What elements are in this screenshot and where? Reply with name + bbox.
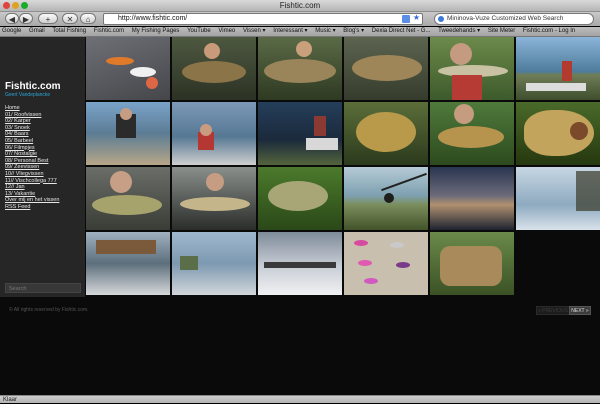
- photo-tile[interactable]: [258, 37, 342, 100]
- photo-tile[interactable]: [86, 37, 170, 100]
- photo-tile[interactable]: [516, 102, 600, 165]
- status-text: Klaar: [3, 397, 18, 403]
- copyright-text: © All rights reserved by Fishtic.com.: [9, 307, 89, 313]
- sidebar-search-placeholder: Search: [9, 286, 27, 292]
- nav-link-jan[interactable]: 12// Jan: [5, 184, 83, 191]
- address-text: http://www.fishtic.com/: [118, 15, 188, 22]
- bookmark-item[interactable]: Dexia Direct Net - G...: [372, 28, 431, 34]
- bookmark-item[interactable]: Interessant ▾: [273, 28, 307, 34]
- bookmark-item[interactable]: Blog's ▾: [343, 28, 364, 34]
- status-bar: Klaar: [0, 395, 600, 403]
- nav-link-vliegvissen[interactable]: 10// Vliegvissen: [5, 171, 83, 178]
- forward-button[interactable]: ▶: [19, 13, 33, 24]
- photo-tile[interactable]: [258, 232, 342, 295]
- close-icon: ✕: [66, 15, 74, 24]
- photo-tile[interactable]: [430, 232, 514, 295]
- bookmark-item[interactable]: Music ▾: [315, 28, 335, 34]
- photo-tile[interactable]: [258, 102, 342, 165]
- nav-link-baars[interactable]: 04/ Baars: [5, 131, 83, 138]
- bookmarks-bar: Google Gmail Total Fishing Fishtic.com M…: [0, 27, 600, 37]
- nav-link-vischcollega[interactable]: 11// Vischcollega 777: [5, 178, 83, 185]
- nav-link-barbeel[interactable]: 05/ Barbeel: [5, 138, 83, 145]
- plus-icon: +: [45, 15, 51, 24]
- sidebar-search-input[interactable]: Search: [5, 283, 81, 293]
- add-bookmark-button[interactable]: +: [38, 13, 58, 24]
- photo-tile[interactable]: [344, 167, 428, 230]
- nav-link-filmpjes[interactable]: 06/ Filmpjes: [5, 145, 83, 152]
- site-logo[interactable]: Fishtic.com: [5, 81, 61, 92]
- zoom-window-button[interactable]: [21, 2, 28, 9]
- nav-link-nostalgie[interactable]: 07/ Nostalgie: [5, 151, 83, 158]
- browser-toolbar: ◀ ▶ + ✕ ⌂ http://www.fishtic.com/ ★ Mini…: [0, 12, 600, 26]
- bookmark-item[interactable]: Gmail: [29, 28, 45, 34]
- bookmark-item[interactable]: Tweedehands ▾: [438, 28, 480, 34]
- back-arrow-icon: ◀: [8, 15, 16, 24]
- star-icon[interactable]: ★: [413, 13, 420, 23]
- address-bar[interactable]: http://www.fishtic.com/ ★: [103, 13, 423, 25]
- photo-tile[interactable]: [344, 102, 428, 165]
- photo-tile[interactable]: [344, 37, 428, 100]
- nav-link-vakantie[interactable]: 13/ Vakantie: [5, 191, 83, 198]
- bookmark-item[interactable]: YouTube: [187, 28, 211, 34]
- photo-tile[interactable]: [430, 167, 514, 230]
- next-page-button[interactable]: NEXT »: [569, 306, 591, 315]
- photo-tile[interactable]: [430, 102, 514, 165]
- photo-tile[interactable]: [172, 232, 256, 295]
- photo-tile[interactable]: [86, 102, 170, 165]
- photo-tile[interactable]: [516, 37, 600, 100]
- bookmark-item[interactable]: Vimeo: [218, 28, 235, 34]
- page-content: Fishtic.com Geert Vandeplancke Home 01/ …: [0, 37, 600, 395]
- photo-tile[interactable]: [344, 232, 428, 295]
- nav-link-zeevissen[interactable]: 09/ Zeevissen: [5, 164, 83, 171]
- nav-link-personal-best[interactable]: 08/ Personal Best: [5, 158, 83, 165]
- photo-tile[interactable]: [516, 167, 600, 230]
- nav-link-roofvissen[interactable]: 01/ Roofvissen: [5, 112, 83, 119]
- bookmark-item[interactable]: Fishtic.com - Log In: [523, 28, 575, 34]
- photo-tile[interactable]: [86, 167, 170, 230]
- photo-tile[interactable]: [172, 102, 256, 165]
- search-placeholder: Mininova-Vuze Customized Web Search: [447, 15, 564, 22]
- bookmark-item[interactable]: Google: [2, 28, 21, 34]
- previous-page-button[interactable]: « PREVIOUS: [536, 306, 570, 315]
- rss-icon[interactable]: [402, 15, 410, 23]
- back-button[interactable]: ◀: [5, 13, 19, 24]
- close-window-button[interactable]: [3, 2, 10, 9]
- bookmark-item[interactable]: My Fishing Pages: [132, 28, 180, 34]
- search-engine-icon[interactable]: [438, 16, 444, 22]
- bookmark-item[interactable]: Fishtic.com: [94, 28, 124, 34]
- photo-grid: [86, 37, 600, 297]
- nav-link-karper[interactable]: 02/ Karper: [5, 118, 83, 125]
- bookmark-item[interactable]: Site Meter: [488, 28, 515, 34]
- stop-button[interactable]: ✕: [62, 13, 78, 24]
- forward-arrow-icon: ▶: [22, 15, 30, 24]
- photo-tile[interactable]: [172, 37, 256, 100]
- search-field[interactable]: Mininova-Vuze Customized Web Search: [434, 13, 594, 25]
- sidebar: Fishtic.com Geert Vandeplancke Home 01/ …: [0, 37, 85, 297]
- site-author: Geert Vandeplancke: [5, 92, 51, 98]
- title-bar: Fishtic.com: [0, 0, 600, 12]
- window-title: Fishtic.com: [279, 1, 321, 10]
- nav-link-snoek[interactable]: 03/ Snoek: [5, 125, 83, 132]
- nav-link-rss-feed[interactable]: RSS Feed: [5, 204, 83, 211]
- photo-tile[interactable]: [86, 232, 170, 295]
- minimize-window-button[interactable]: [12, 2, 19, 9]
- bookmark-item[interactable]: Vissen ▾: [243, 28, 266, 34]
- photo-tile[interactable]: [172, 167, 256, 230]
- photo-tile[interactable]: [258, 167, 342, 230]
- home-button[interactable]: ⌂: [80, 13, 96, 24]
- bookmark-item[interactable]: Total Fishing: [52, 28, 86, 34]
- photo-tile[interactable]: [430, 37, 514, 100]
- sidebar-nav: Home 01/ Roofvissen 02/ Karper 03/ Snoek…: [5, 105, 83, 211]
- home-icon: ⌂: [85, 15, 91, 24]
- nav-link-over-mij[interactable]: Over mij en het vissen: [5, 197, 83, 204]
- nav-link-home[interactable]: Home: [5, 105, 83, 112]
